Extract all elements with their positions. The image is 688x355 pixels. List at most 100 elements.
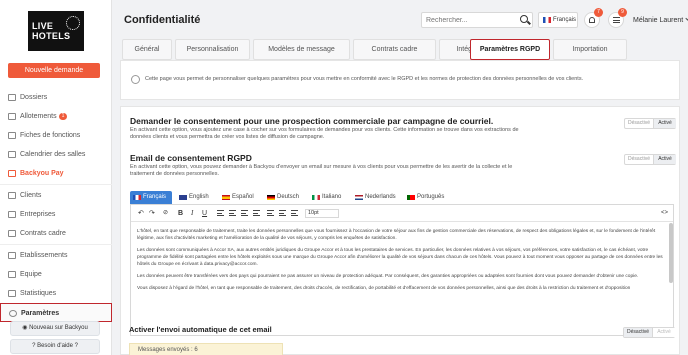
new-request-button[interactable]: Nouvelle demande [8,63,100,78]
live-hotels-logo[interactable]: LIVE HOTELS [28,11,84,51]
auto-send-toggle[interactable]: Désactivé Activé [623,327,675,338]
tasks-badge: 9 [618,8,627,17]
sidebar-item-equipe[interactable]: Equipe [0,265,112,284]
folder-icon [8,94,16,101]
redo-icon[interactable]: ↷ [149,209,155,218]
messages-sent-box: Messages envoyés : 6 [129,343,283,355]
sidebar-item-backyou-pay[interactable]: Backyou Pay [0,164,112,183]
netherlands-flag-icon [355,195,363,200]
french-flag-icon [133,195,141,200]
notifications-button[interactable]: 7 [584,8,603,28]
rgpd-settings-card: Demander le consentement pour une prospe… [120,106,680,355]
notifications-badge: 7 [594,8,603,17]
sidebar-item-statistiques[interactable]: Statistiques [0,284,112,303]
source-code-icon[interactable]: <> [661,209,668,218]
tab-personnalisation[interactable]: Personnalisation [175,39,250,60]
hotel-icon [8,252,16,259]
user-menu[interactable]: Mélanie Laurent [633,16,688,24]
tab-importation[interactable]: Importation [553,39,627,60]
consent-toggle-off[interactable]: Désactivé [625,119,653,128]
numbered-list-icon[interactable] [279,210,286,216]
email-toggle-on[interactable]: Activé [653,155,676,164]
uk-flag-icon [179,195,187,200]
lang-tab-es[interactable]: Español [219,191,261,204]
lang-tab-it[interactable]: Italiano [309,191,349,204]
consent-toggle-on[interactable]: Activé [653,119,676,128]
email-consent-description: En activant cette option, vous pouvez de… [130,164,513,177]
lang-tab-en[interactable]: English [176,191,216,204]
sidebar-item-fiches[interactable]: Fiches de fonctions [0,126,112,145]
language-selector[interactable]: Français [538,12,578,28]
tab-general[interactable]: Général [122,39,172,60]
auto-send-toggle-off[interactable]: Désactivé [624,328,652,337]
align-left-icon[interactable] [217,210,224,216]
sidebar-item-entreprises[interactable]: Entreprises [0,205,112,224]
sidebar-item-dossiers[interactable]: Dossiers [0,88,112,107]
gear-icon [9,310,17,317]
info-icon [131,75,140,84]
tasks-button[interactable]: 9 [608,8,627,28]
list-icon [613,17,620,23]
underline-icon[interactable]: U [202,209,207,218]
italic-icon[interactable]: I [191,209,193,218]
sidebar-nav: Dossiers Allotements 1 Fiches de fonction… [0,88,112,322]
pay-icon [8,170,16,177]
search-input[interactable] [421,12,533,28]
building-icon [8,211,16,218]
search-icon[interactable] [520,15,528,23]
bullet-list-icon[interactable] [267,210,274,216]
editor-paragraph: Les données sont communiquées à Accor SA… [137,248,663,267]
logo-line2: HOTELS [32,31,71,41]
contract-icon [8,230,16,237]
info-text: Cette page vous permet de personnaliser … [145,76,584,82]
editor-paragraph: L'hôtel, en tant que responsable de trai… [137,229,656,241]
editor-scrollbar[interactable] [669,223,673,283]
lang-tab-pt[interactable]: Português [404,191,454,204]
align-right-icon[interactable] [241,210,248,216]
sidebar-item-calendrier[interactable]: Calendrier des salles [0,145,112,164]
editor-paragraph: Les données peuvent être transférées ver… [137,274,639,279]
font-size-select[interactable]: 10pt [305,209,339,218]
consent-toggle[interactable]: Désactivé Activé [624,118,676,129]
auto-send-title: Activer l'envoi automatique de cet email [129,325,272,334]
consent-title: Demander le consentement pour une prospe… [130,116,494,126]
align-center-icon[interactable] [229,210,236,216]
sidebar: LIVE HOTELS Nouvelle demande Dossiers Al… [0,0,112,355]
logo-mark-icon [66,16,80,30]
calendar-icon [8,151,16,158]
info-banner: Cette page vous permet de personnaliser … [120,60,680,100]
email-consent-toggle[interactable]: Désactivé Activé [624,154,676,165]
format-icon[interactable]: ⊘ [163,209,168,218]
lang-tab-de[interactable]: Deutsch [264,191,307,204]
email-toggle-off[interactable]: Désactivé [625,155,653,164]
sidebar-item-allotements[interactable]: Allotements 1 [0,107,112,126]
spain-flag-icon [222,195,230,200]
undo-icon[interactable]: ↶ [138,209,144,218]
lang-tab-nl[interactable]: Nederlands [352,191,402,204]
allotements-badge: 1 [58,112,68,120]
tab-parametres-rgpd[interactable]: Paramètres RGPD [470,39,550,60]
consent-description: En activant cette option, vous ajoutez u… [130,127,519,140]
bold-icon[interactable]: B [178,209,183,218]
tab-modeles-message[interactable]: Modèles de message [253,39,350,60]
calendar-icon [8,113,16,120]
sidebar-item-contrats[interactable]: Contrats cadre [0,224,112,243]
indent-icon[interactable] [291,210,298,216]
bell-icon [589,17,595,23]
user-icon [8,192,16,199]
news-button[interactable]: ◉ Nouveau sur Backyou [10,321,100,336]
sidebar-item-clients[interactable]: Clients [0,186,112,205]
align-justify-icon[interactable] [253,210,260,216]
help-button[interactable]: ? Besoin d'aide ? [10,339,100,354]
nav-divider [0,184,112,185]
auto-send-toggle-on[interactable]: Activé [652,328,675,337]
sidebar-item-parametres[interactable]: Paramètres [0,303,112,322]
lang-tab-fr[interactable]: Français [130,191,172,204]
sidebar-item-etablissements[interactable]: Etablissements [0,246,112,265]
nav-divider [0,244,112,245]
tab-contrats-cadre[interactable]: Contrats cadre [353,39,436,60]
editor-content[interactable]: L'hôtel, en tant que responsable de trai… [131,222,673,335]
portugal-flag-icon [407,195,415,200]
document-icon [8,132,16,139]
rich-text-editor: ↶ ↷ ⊘ B I U 10pt <> L'hôtel, en tant que… [130,204,674,336]
